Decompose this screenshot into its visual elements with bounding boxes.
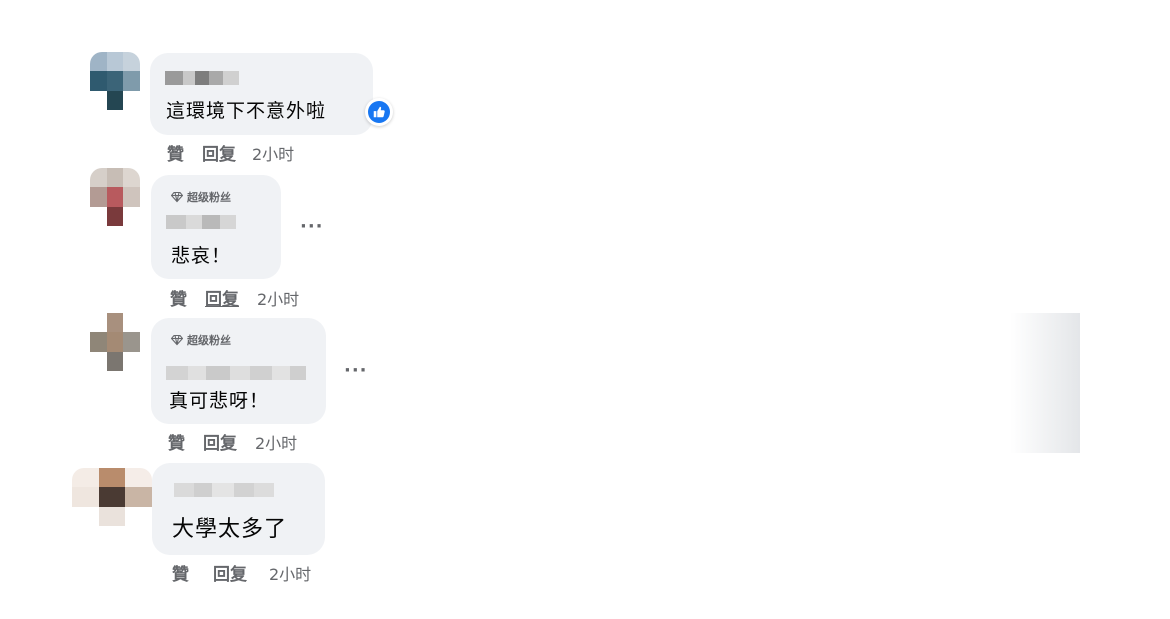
comment-bubble: 大學太多了 [152,463,325,555]
comment-text: 悲哀！ [171,245,232,267]
author-name-blurred[interactable] [165,71,239,85]
comment-text: 這環境下不意外啦 [166,100,327,122]
reply-button[interactable]: 回复 [213,560,247,585]
timestamp[interactable]: 2小时 [255,430,297,454]
timestamp[interactable]: 2小时 [252,141,294,165]
avatar[interactable] [90,52,140,110]
top-fan-badge[interactable]: 超级粉丝 [171,332,231,348]
top-fan-badge[interactable]: 超级粉丝 [171,189,231,205]
like-button[interactable]: 贊 [170,285,187,310]
timestamp[interactable]: 2小时 [257,286,299,310]
diamond-icon [171,334,183,346]
reaction-badge[interactable] [365,98,393,126]
comment-bubble: 超级粉丝 真可悲呀！ [151,318,326,424]
badge-label: 超级粉丝 [187,334,231,347]
scroll-shadow [1010,313,1080,453]
like-button[interactable]: 贊 [167,140,184,165]
author-name-blurred[interactable] [174,483,274,497]
like-button[interactable]: 贊 [168,429,185,454]
comment-bubble: 這環境下不意外啦 [150,53,373,135]
comment-actions: 贊 回复 2小时 [168,429,297,454]
diamond-icon [171,191,183,203]
avatar[interactable] [90,313,140,371]
more-options-button[interactable]: ··· [300,216,324,237]
like-button[interactable]: 贊 [172,560,189,585]
comment-actions: 贊 回复 2小时 [170,285,299,310]
reply-button[interactable]: 回复 [203,429,237,454]
comment-text: 大學太多了 [172,517,288,542]
thumbs-up-icon [373,106,385,118]
comment-text: 真可悲呀！ [169,390,270,412]
comment-actions: 贊 回复 2小时 [172,560,311,585]
author-name-blurred[interactable] [166,215,236,229]
author-name-blurred[interactable] [166,366,306,380]
avatar[interactable] [90,168,140,226]
more-options-button[interactable]: ··· [344,360,368,381]
comment-actions: 贊 回复 2小时 [167,140,294,165]
badge-label: 超级粉丝 [187,191,231,204]
timestamp[interactable]: 2小时 [269,561,311,585]
reply-button[interactable]: 回复 [205,285,239,310]
avatar[interactable] [72,468,152,526]
comment-bubble: 超级粉丝 悲哀！ [151,175,281,279]
reply-button[interactable]: 回复 [202,140,236,165]
